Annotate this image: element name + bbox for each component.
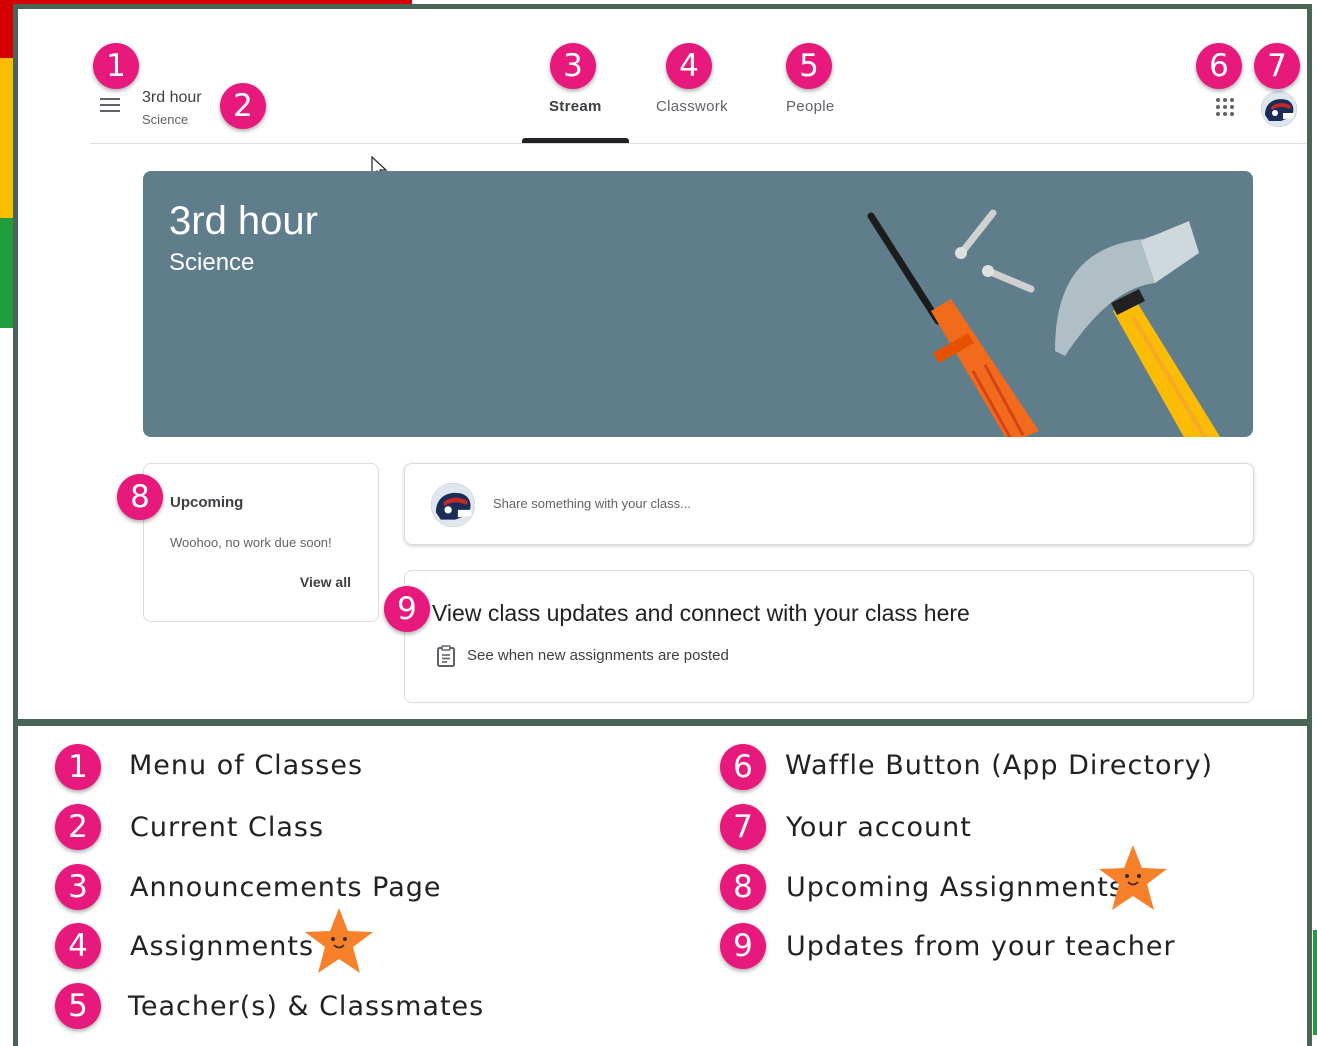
background-green-strip [0,218,14,328]
hamburger-menu-icon[interactable] [100,98,122,116]
tab-people[interactable]: People [786,98,835,115]
callout-badge-4: 4 [666,43,712,89]
legend-text-6: Waffle Button (App Directory) [785,750,1214,781]
legend-badge-6: 6 [720,744,766,790]
callout-badge-9: 9 [384,586,430,632]
class-banner: 3rd hour Science [143,171,1253,437]
legend-text-9: Updates from your teacher [786,931,1176,962]
banner-title: 3rd hour [169,199,318,243]
callout-badge-2: 2 [220,83,266,129]
legend-badge-5: 5 [55,983,101,1029]
header-divider [90,143,1307,144]
tools-illustration [867,209,1221,437]
legend-badge-7: 7 [720,804,766,850]
class-updates-card: View class updates and connect with your… [404,570,1254,703]
star-icon [1099,845,1167,910]
legend-badge-4: 4 [55,923,101,969]
legend-text-5: Teacher(s) & Classmates [128,991,485,1022]
legend-text-2: Current Class [130,812,325,843]
tab-stream[interactable]: Stream [549,98,602,115]
updates-subtitle: See when new assignments are posted [467,647,729,664]
share-box[interactable]: Share something with your class... [404,463,1254,545]
background-green-strip-right [1313,930,1317,1035]
star-icon [305,908,373,973]
callout-badge-1: 1 [93,43,139,89]
screw-icon [955,209,1035,293]
callout-badge-8: 8 [117,474,163,520]
clipboard-icon [437,645,455,667]
helmet-logo-icon [431,483,475,527]
legend-text-3: Announcements Page [130,872,442,903]
header-class-title[interactable]: 3rd hour [142,89,202,107]
legend-badge-1: 1 [55,744,101,790]
callout-badge-6: 6 [1196,43,1242,89]
account-avatar[interactable] [1261,91,1297,127]
legend-text-8: Upcoming Assignments [786,872,1124,903]
legend-badge-9: 9 [720,923,766,969]
upcoming-title: Upcoming [170,494,244,511]
upcoming-card: Upcoming Woohoo, no work due soon! View … [143,463,379,622]
background-yellow-strip [0,58,14,218]
callout-badge-5: 5 [786,43,832,89]
legend-text-4: Assignments [130,931,315,962]
tab-classwork[interactable]: Classwork [656,98,728,115]
legend-badge-3: 3 [55,864,101,910]
legend-badge-8: 8 [720,864,766,910]
callout-badge-3: 3 [550,43,596,89]
helmet-logo-icon [1261,91,1297,127]
updates-title: View class updates and connect with your… [432,600,970,626]
screwdriver-icon [867,212,1039,437]
view-all-link[interactable]: View all [300,574,351,590]
apps-grid-icon[interactable] [1216,98,1236,118]
legend-text-1: Menu of Classes [129,750,364,781]
legend-badge-2: 2 [55,804,101,850]
legend-text-7: Your account [786,812,972,843]
banner-subtitle: Science [169,249,255,276]
callout-badge-7: 7 [1254,43,1300,89]
share-avatar [431,483,475,527]
upcoming-message: Woohoo, no work due soon! [170,535,332,550]
share-placeholder[interactable]: Share something with your class... [493,496,691,511]
header-class-subtitle: Science [142,112,189,127]
hammer-icon [1055,221,1221,437]
